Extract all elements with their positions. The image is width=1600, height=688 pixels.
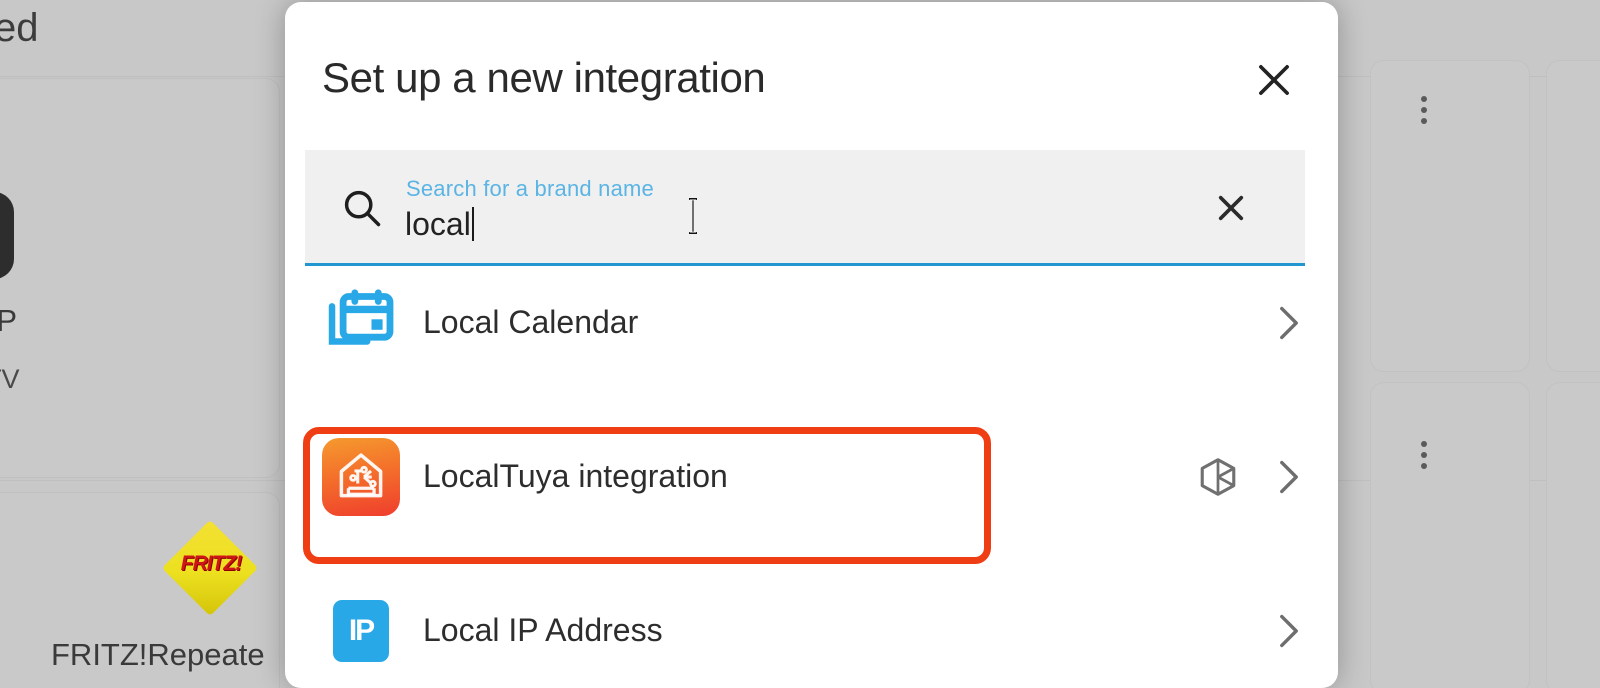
search-input[interactable]: local <box>405 206 474 243</box>
integration-results-list: Local Calendar LocalTuya integration IP … <box>285 284 1338 669</box>
apple-tv-icon: tv <box>0 192 14 279</box>
more-vertical-icon[interactable] <box>1421 96 1427 129</box>
clear-search-icon[interactable] <box>1209 186 1253 230</box>
background-card-title: Bedroom (HomeP <box>0 303 18 338</box>
localtuya-logo-shape <box>322 437 400 516</box>
background-heading: ed <box>0 6 39 50</box>
background-card-subtitle: Apple TV <box>0 364 20 394</box>
package-cube-icon <box>1196 455 1240 499</box>
local-calendar-icon <box>322 284 400 362</box>
close-icon[interactable] <box>1252 58 1296 102</box>
search-icon <box>340 186 384 230</box>
list-item-label: Local Calendar <box>423 304 639 340</box>
list-item-label: LocalTuya integration <box>423 458 728 494</box>
background-card-right-bottom-2[interactable] <box>1546 382 1600 688</box>
background-card-apple-tv[interactable]: tv Bedroom (HomeP Apple TV CONFIGURE <box>0 78 280 478</box>
background-card-right-bottom[interactable] <box>1370 382 1530 688</box>
more-vertical-icon[interactable] <box>1421 441 1427 474</box>
set-up-new-integration-dialog: Set up a new integration Search for a br… <box>285 2 1338 688</box>
dialog-title: Set up a new integration <box>322 54 766 101</box>
list-item-label: Local IP Address <box>423 612 663 648</box>
list-item[interactable]: Local Calendar <box>285 284 1338 361</box>
background-card-right-top-2[interactable] <box>1546 60 1600 372</box>
chevron-right-icon[interactable] <box>1276 459 1302 495</box>
local-ip-address-icon: IP <box>322 592 400 670</box>
search-input-value: local <box>405 206 471 242</box>
text-caret <box>471 207 474 241</box>
chevron-right-icon[interactable] <box>1276 613 1302 649</box>
background-card-fritz[interactable]: FRITZ! FRITZ!Repeate <box>0 492 280 688</box>
search-field-label: Search for a brand name <box>406 176 654 201</box>
list-item[interactable]: IP Local IP Address <box>285 592 1338 669</box>
search-field-container[interactable]: Search for a brand name local <box>305 150 1305 266</box>
localtuya-icon <box>322 437 400 516</box>
fritz-logo-text: FRITZ! <box>180 552 242 575</box>
ip-badge-shape: IP <box>333 599 389 662</box>
chevron-right-icon[interactable] <box>1276 305 1302 341</box>
fritz-logo-icon: FRITZ! <box>161 519 259 617</box>
background-card-right-top[interactable] <box>1370 60 1530 372</box>
list-item[interactable]: LocalTuya integration <box>285 437 1338 516</box>
background-card-title: FRITZ!Repeate <box>51 637 265 672</box>
